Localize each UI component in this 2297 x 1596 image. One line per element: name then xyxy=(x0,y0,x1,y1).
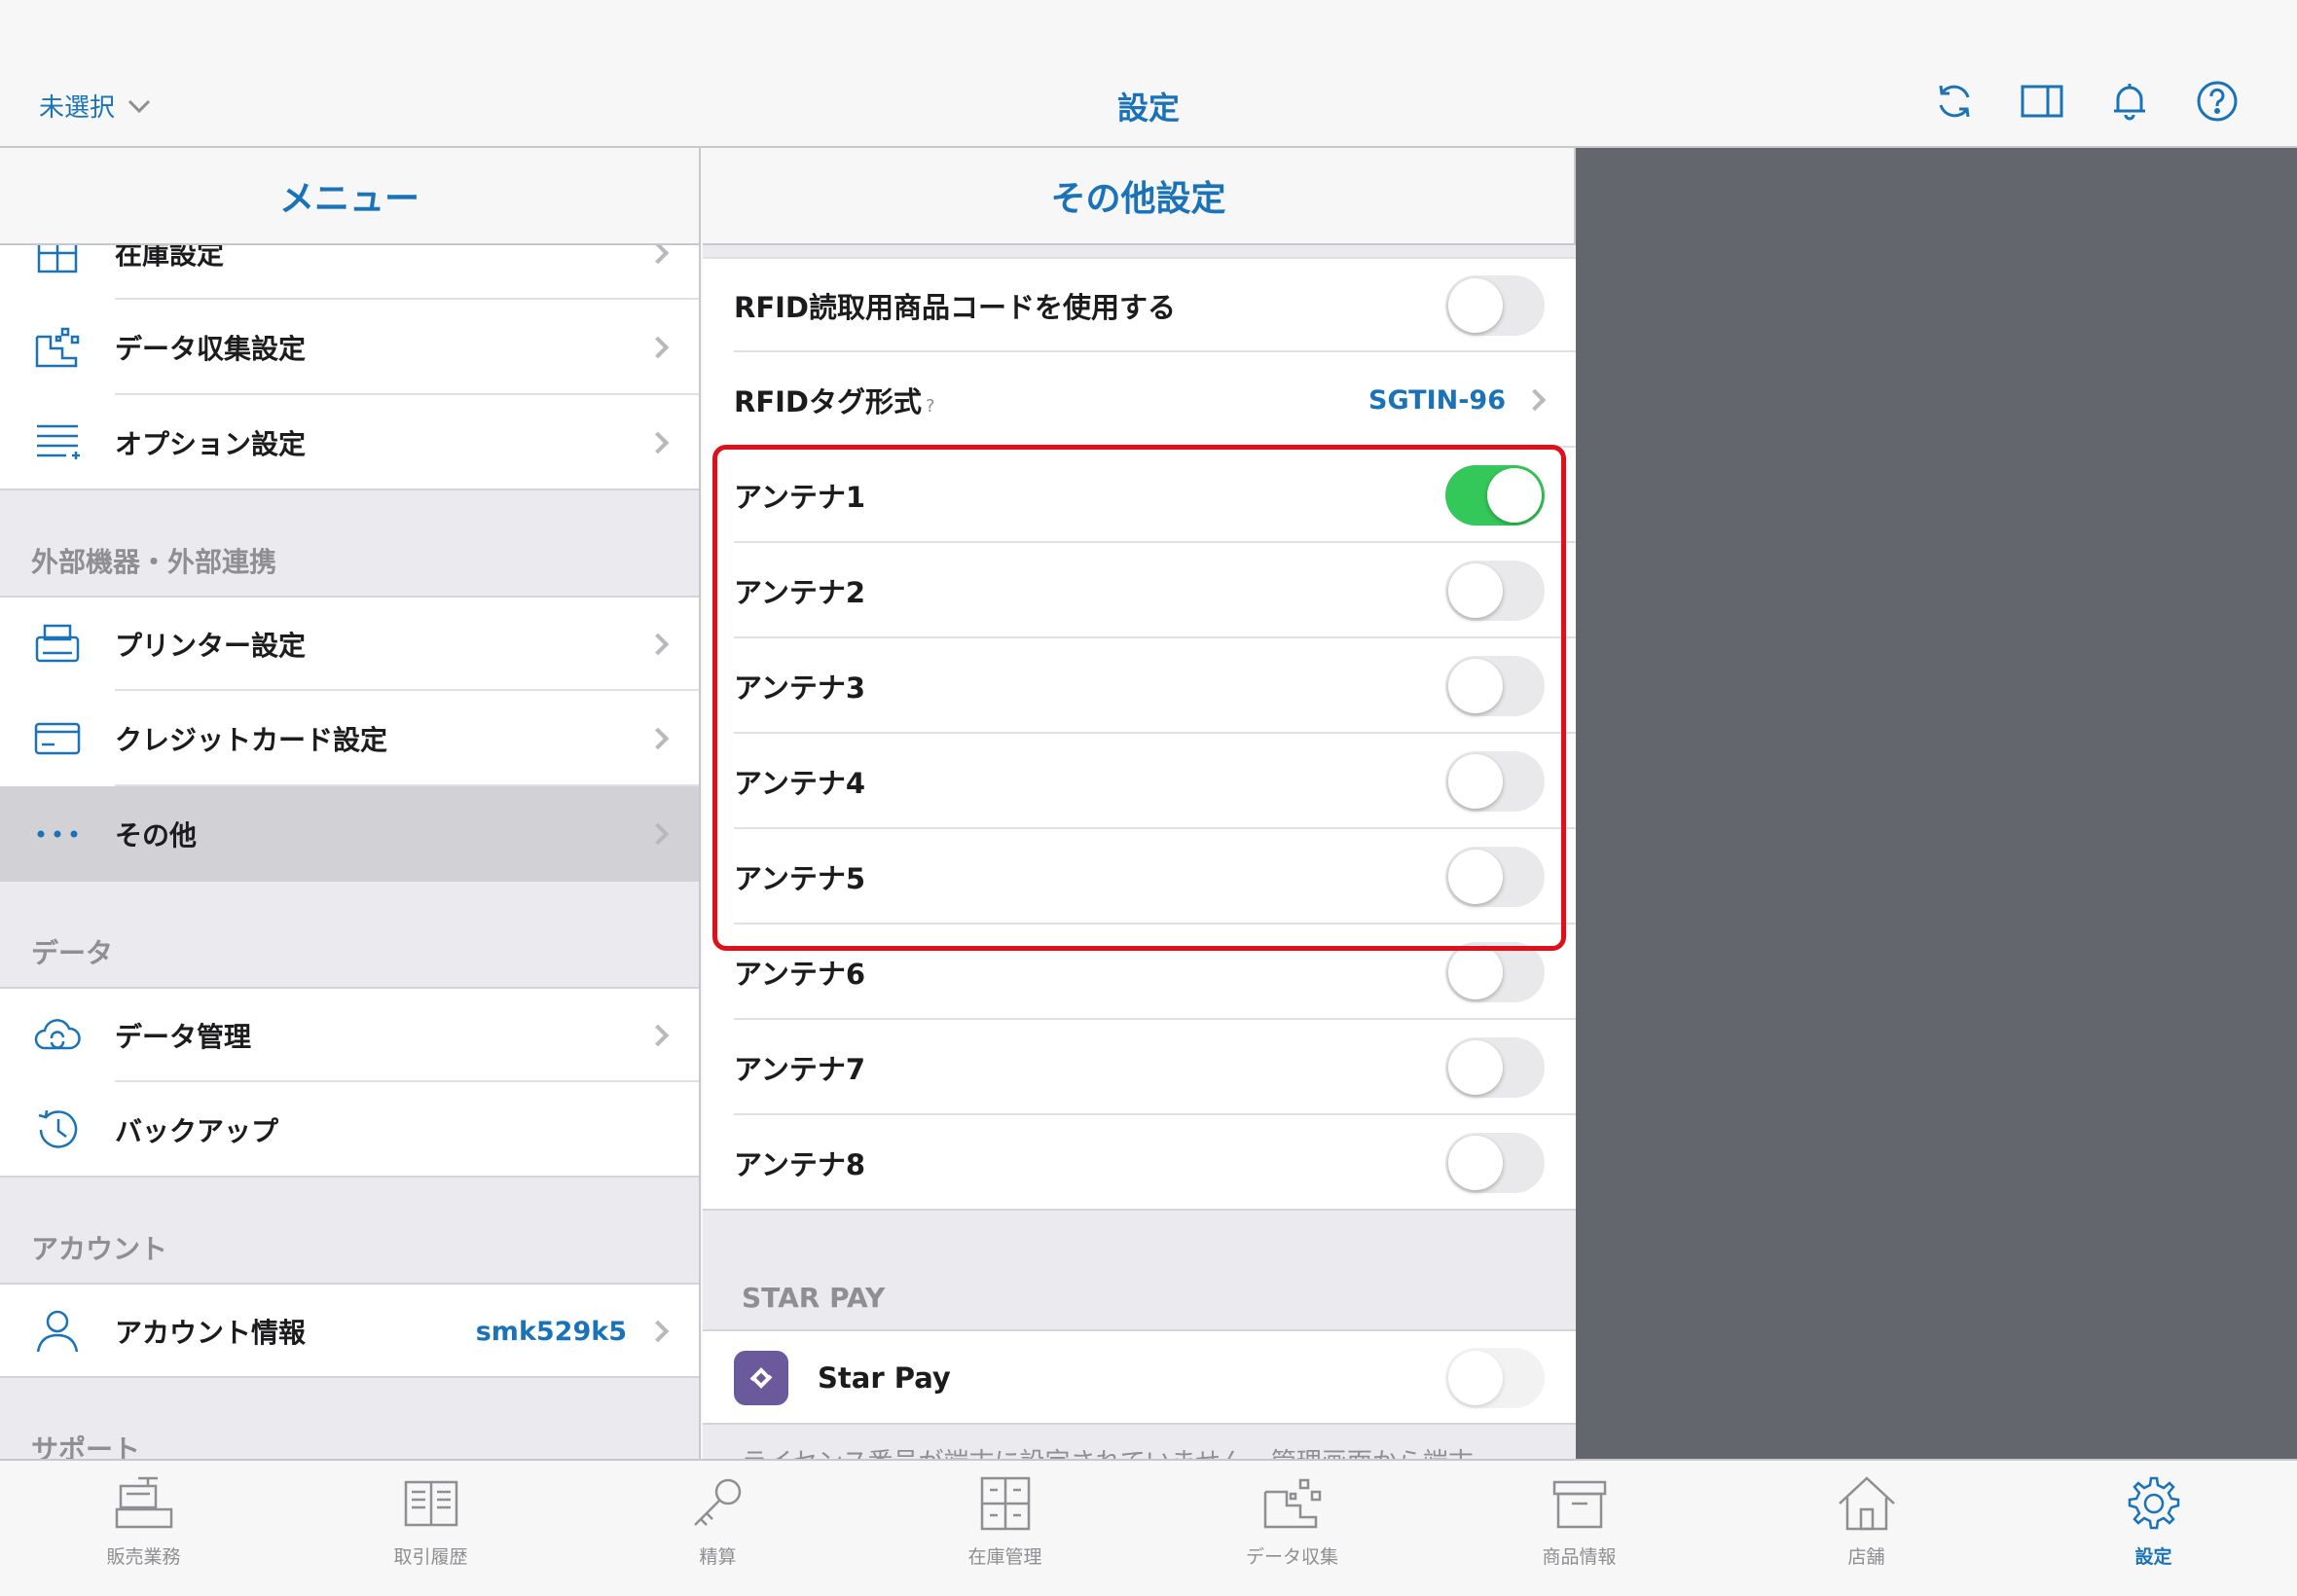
antenna-label: アンテナ8 xyxy=(734,1148,866,1181)
sync-icon[interactable] xyxy=(1933,80,1976,123)
antenna-row: アンテナ2 xyxy=(703,543,1576,638)
rfid-product-code-row: RFID読取用商品コードを使用する xyxy=(703,257,1576,352)
antenna-label: アンテナ2 xyxy=(734,576,866,609)
credit-card-icon xyxy=(33,714,82,763)
antenna-row: アンテナ5 xyxy=(703,829,1576,925)
key-icon xyxy=(693,1478,741,1526)
antenna-toggle[interactable] xyxy=(1445,561,1545,621)
menu-item-data-management[interactable]: データ管理 xyxy=(0,987,699,1082)
antenna-toggle[interactable] xyxy=(1445,465,1545,526)
antenna-label: アンテナ5 xyxy=(734,862,866,895)
bottom-tab-bar: 販売業務 取引履歴 精算 在庫管理 データ収集 商品情報 店舗 設定 xyxy=(0,1459,2297,1596)
section-header-data: データ xyxy=(31,937,114,969)
account-id-value: smk529k5 xyxy=(475,1316,627,1347)
tab-data-collection[interactable]: データ収集 xyxy=(1148,1461,1436,1596)
antenna-label: アンテナ6 xyxy=(734,958,866,991)
chevron-right-icon xyxy=(646,633,670,656)
antenna-toggle[interactable] xyxy=(1445,847,1545,907)
star-pay-toggle[interactable] xyxy=(1445,1348,1545,1408)
data-collection-icon xyxy=(33,323,82,372)
chevron-right-icon xyxy=(646,1320,670,1343)
antenna-row: アンテナ4 xyxy=(703,734,1576,829)
more-dots-icon xyxy=(33,810,82,858)
history-clock-icon xyxy=(33,1106,82,1154)
tab-settings[interactable]: 設定 xyxy=(2010,1461,2297,1596)
chevron-right-icon xyxy=(646,727,670,750)
tab-inventory[interactable]: 在庫管理 xyxy=(861,1461,1148,1596)
cloud-sync-icon xyxy=(33,1011,82,1060)
antenna-row: アンテナ7 xyxy=(703,1020,1576,1115)
antenna-row: アンテナ3 xyxy=(703,638,1576,734)
printer-icon xyxy=(33,620,82,669)
menu-item-option-settings[interactable]: オプション設定 xyxy=(0,395,699,490)
tab-store[interactable]: 店舗 xyxy=(1723,1461,2010,1596)
data-collect-icon xyxy=(1263,1478,1321,1529)
gear-icon xyxy=(2128,1476,2179,1530)
menu-header: メニュー xyxy=(0,148,699,245)
antenna-list: アンテナ1 アンテナ2 アンテナ3 アンテナ4 アンテナ5 アンテナ6 アンテナ7 アンテナ8 xyxy=(703,448,1576,1211)
house-icon xyxy=(1838,1476,1895,1531)
antenna-label: アンテナ3 xyxy=(734,671,866,705)
help-icon[interactable] xyxy=(2196,80,2239,123)
antenna-row: アンテナ1 xyxy=(703,448,1576,543)
antenna-label: アンテナ7 xyxy=(734,1053,866,1086)
antenna-toggle[interactable] xyxy=(1445,656,1545,716)
antenna-toggle[interactable] xyxy=(1445,1037,1545,1098)
antenna-row: アンテナ8 xyxy=(703,1115,1576,1211)
page-title: 設定 xyxy=(1116,90,1180,127)
detail-header: その他設定 xyxy=(703,148,1576,245)
person-icon xyxy=(33,1307,82,1356)
antenna-toggle[interactable] xyxy=(1445,1133,1545,1193)
rfid-tag-format-value: SGTIN-96 xyxy=(1368,384,1506,416)
menu-item-data-collection-settings[interactable]: データ収集設定 xyxy=(0,300,699,395)
book-icon xyxy=(404,1480,457,1527)
menu-item-credit-card-settings[interactable]: クレジットカード設定 xyxy=(0,691,699,786)
bell-icon[interactable] xyxy=(2108,80,2151,123)
empty-detail-area xyxy=(1576,148,2297,1459)
menu-item-other[interactable]: その他 xyxy=(0,786,699,882)
chevron-down-icon xyxy=(128,99,151,113)
help-circle-icon[interactable]: ? xyxy=(926,396,935,417)
star-pay-row: Star Pay xyxy=(703,1329,1576,1425)
star-pay-logo-icon xyxy=(734,1351,788,1405)
section-header-account: アカウント xyxy=(31,1233,168,1265)
chevron-right-icon xyxy=(646,336,670,359)
antenna-toggle[interactable] xyxy=(1445,942,1545,1002)
chevron-right-icon xyxy=(646,822,670,846)
rfid-tag-format-row[interactable]: RFIDタグ形式 ? SGTIN-96 xyxy=(703,352,1576,448)
section-header-star-pay: STAR PAY xyxy=(703,1211,1576,1329)
chevron-right-icon xyxy=(646,1024,670,1047)
antenna-label: アンテナ1 xyxy=(734,481,866,514)
tab-history[interactable]: 取引履歴 xyxy=(287,1461,574,1596)
star-pay-note: ライセンス番号が端末に設定されていません。管理画面から端末 xyxy=(703,1425,1576,1459)
tab-product-info[interactable]: 商品情報 xyxy=(1436,1461,1723,1596)
menu-pane: メニュー 在庫設定 データ収集設定 オプション設定 外部機器・外部連携 プリンタ… xyxy=(0,148,701,1459)
antenna-toggle[interactable] xyxy=(1445,751,1545,812)
other-settings-pane: その他設定 RFID読取用商品コードを使用する RFIDタグ形式 ? SGTIN… xyxy=(703,148,1576,1459)
chevron-right-icon xyxy=(646,241,670,265)
section-header-support: サポート xyxy=(31,1433,141,1459)
cabinet-icon xyxy=(980,1476,1030,1531)
store-select-label: 未選択 xyxy=(39,93,116,123)
antenna-row: アンテナ6 xyxy=(703,925,1576,1020)
box-icon xyxy=(1552,1480,1606,1529)
store-select-dropdown[interactable]: 未選択 xyxy=(39,88,152,124)
tab-sales[interactable]: 販売業務 xyxy=(0,1461,287,1596)
menu-item-backup[interactable]: バックアップ xyxy=(0,1082,699,1178)
top-navigation-bar: 未選択 設定 xyxy=(0,0,2297,148)
antenna-label: アンテナ4 xyxy=(734,767,866,800)
register-icon xyxy=(115,1476,172,1529)
split-view-icon[interactable] xyxy=(2021,80,2063,123)
chevron-right-icon xyxy=(646,431,670,454)
options-list-icon xyxy=(33,418,82,467)
rfid-product-code-toggle[interactable] xyxy=(1445,275,1545,336)
menu-item-account-info[interactable]: アカウント情報 smk529k5 xyxy=(0,1283,699,1378)
section-header-external: 外部機器・外部連携 xyxy=(31,546,277,578)
menu-item-printer-settings[interactable]: プリンター設定 xyxy=(0,596,699,691)
tab-settlement[interactable]: 精算 xyxy=(574,1461,861,1596)
chevron-right-icon xyxy=(1523,388,1547,412)
